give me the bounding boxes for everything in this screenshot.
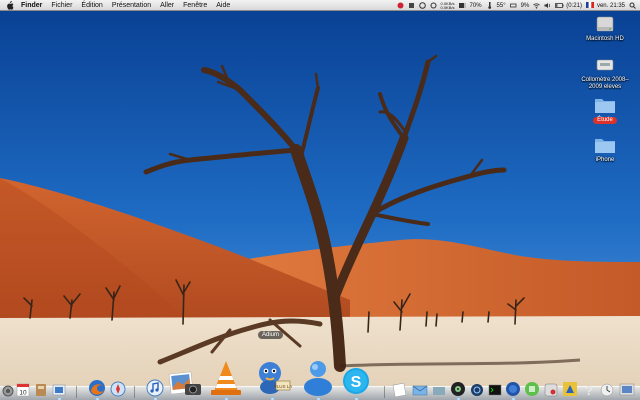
menu-aide[interactable]: Aide <box>216 2 230 9</box>
volume-icon[interactable] <box>544 2 551 9</box>
menu-app-finder[interactable]: Finder <box>21 2 42 9</box>
skype-icon[interactable]: S <box>340 365 372 400</box>
menu-bar: Finder Fichier Édition Présentation Alle… <box>0 0 640 11</box>
help-icon[interactable]: ? <box>582 383 596 397</box>
system-preferences-icon[interactable] <box>2 385 14 397</box>
desktop-icon-label: Étude <box>593 117 617 124</box>
folder-icon <box>594 135 616 155</box>
desktop-icon-label: iPhone <box>595 157 615 163</box>
battery-time[interactable]: (0:21) <box>566 3 582 9</box>
thermometer-icon <box>486 2 493 9</box>
spotlight-icon[interactable] <box>629 2 636 9</box>
temperature[interactable]: 55° <box>497 3 506 9</box>
ical-icon[interactable]: 10 <box>16 383 30 397</box>
desktop-icon-label: Macintosh HD <box>586 36 624 42</box>
menu-edition[interactable]: Édition <box>81 2 102 9</box>
time-machine-status-icon[interactable] <box>418 2 426 9</box>
calculator-icon[interactable] <box>600 383 614 397</box>
desktop-icon-macintosh-hd[interactable]: Macintosh HD <box>575 14 635 43</box>
dock: 10 PLUS LA S ? <box>0 361 640 400</box>
desktop[interactable]: Finder Fichier Édition Présentation Alle… <box>0 0 640 400</box>
wallpaper-deadvlei <box>0 0 640 400</box>
menu-aller[interactable]: Aller <box>160 2 174 9</box>
network-icon[interactable] <box>432 385 446 397</box>
vlc-icon[interactable] <box>206 357 246 400</box>
battery-small-icon <box>509 2 517 9</box>
dock-separator <box>384 386 385 398</box>
terminal-icon[interactable] <box>488 383 502 397</box>
textedit-icon[interactable] <box>392 383 408 397</box>
svg-text:S: S <box>351 374 362 391</box>
input-flag-fr-icon[interactable] <box>585 2 594 9</box>
svg-text:PLUS LA: PLUS LA <box>274 384 292 389</box>
cpu-meter-icon <box>458 2 466 9</box>
desktop-icon-iphone[interactable]: iPhone <box>575 135 635 164</box>
dock-tooltip: Adium <box>258 331 284 339</box>
address-book-icon[interactable] <box>35 383 47 397</box>
adium-icon[interactable]: PLUS LA <box>252 357 292 400</box>
battery-icon[interactable] <box>555 2 564 9</box>
script-editor-icon[interactable] <box>544 383 558 397</box>
adium-status-icon[interactable] <box>397 2 404 9</box>
safari-icon[interactable] <box>110 381 126 397</box>
cpu-percent[interactable]: 70% <box>470 3 482 9</box>
net-down: 0.0KB/s <box>440 4 455 10</box>
svg-text:10: 10 <box>19 390 27 397</box>
itunes-icon[interactable] <box>146 379 164 400</box>
msn-icon[interactable] <box>298 357 338 400</box>
desktop-icon-collometre[interactable]: Collomètre 2008–2009 eleves <box>575 55 635 91</box>
dock-separator <box>76 386 77 398</box>
battery-small-percent[interactable]: 9% <box>521 3 530 9</box>
photo-booth-icon[interactable] <box>184 381 202 397</box>
desktop-icon-label: Collomètre 2008–2009 eleves <box>581 77 629 90</box>
grab-icon[interactable] <box>524 381 540 397</box>
svg-text:?: ? <box>585 383 593 397</box>
dropbox-icon[interactable] <box>408 2 415 9</box>
menubar-clock[interactable]: ven. 21:35 <box>597 3 625 9</box>
dvd-player-icon[interactable] <box>450 381 466 400</box>
folder-icon <box>594 95 616 115</box>
menu-fichier[interactable]: Fichier <box>51 2 72 9</box>
sync-icon[interactable] <box>430 2 437 9</box>
wifi-icon[interactable] <box>533 2 541 9</box>
hard-drive-icon <box>594 14 616 34</box>
downloads-stack-icon[interactable] <box>618 381 636 397</box>
firefox-icon[interactable] <box>88 379 106 400</box>
preview-icon[interactable] <box>52 383 66 400</box>
mail-icon[interactable] <box>412 383 428 397</box>
activity-monitor-icon[interactable] <box>505 381 521 400</box>
menu-extras: 0.0KB/s 0.0KB/s 70% 55° 9% (0:21) ven. 2… <box>397 0 637 11</box>
desktop-icon-etude[interactable]: Étude <box>575 95 635 124</box>
menu-fenetre[interactable]: Fenêtre <box>183 2 207 9</box>
quicktime-icon[interactable] <box>470 383 484 397</box>
menu-presentation[interactable]: Présentation <box>112 2 151 9</box>
dock-separator <box>134 386 135 398</box>
apple-menu-icon[interactable] <box>5 0 14 10</box>
time-machine-icon[interactable] <box>562 381 578 397</box>
network-speed: 0.0KB/s 0.0KB/s <box>440 1 455 10</box>
disk-image-icon <box>594 55 616 75</box>
